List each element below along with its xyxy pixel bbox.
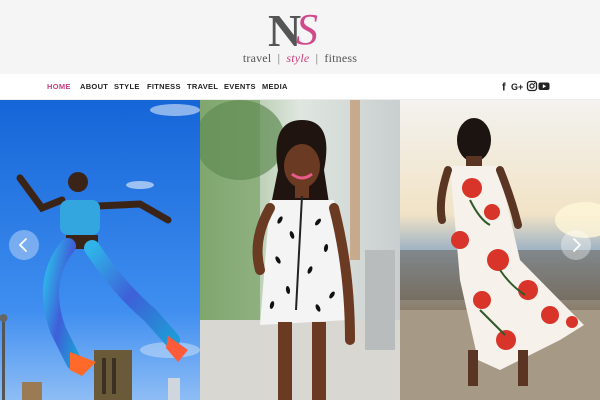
google-plus-glyph: G+ (511, 82, 523, 92)
chevron-left-icon (18, 238, 27, 252)
tagline-style: style (286, 51, 310, 65)
chevron-right-icon (573, 238, 582, 252)
site-tagline: travel | style | fitness (242, 51, 358, 65)
facebook-icon[interactable]: f (499, 80, 511, 93)
google-plus-icon[interactable]: G+ (511, 80, 525, 92)
nav-about[interactable]: ABOUT (80, 82, 108, 91)
site-logo[interactable]: N S travel | style | fitness (0, 0, 600, 74)
nav-style[interactable]: STYLE (114, 82, 140, 91)
tagline-fitness: fitness (324, 51, 358, 65)
nav-fitness[interactable]: FITNESS (147, 82, 181, 91)
youtube-icon[interactable] (538, 80, 550, 92)
main-nav: HOME ABOUT STYLE FITNESS TRAVEL EVENTS M… (0, 74, 600, 100)
nav-home[interactable]: HOME (47, 82, 71, 91)
tagline-travel: travel (242, 51, 272, 65)
ns-logo-mark: N S (268, 5, 318, 52)
featured-gallery (0, 100, 600, 400)
svg-text:S: S (296, 5, 318, 52)
facebook-glyph: f (502, 82, 506, 93)
white-print-dress-photo[interactable] (200, 100, 400, 400)
nav-travel[interactable]: TRAVEL (187, 82, 218, 91)
instagram-icon[interactable] (526, 80, 538, 92)
next-slide-button[interactable] (561, 230, 591, 260)
prev-slide-button[interactable] (9, 230, 39, 260)
nav-events[interactable]: EVENTS (224, 82, 256, 91)
nav-media[interactable]: MEDIA (262, 82, 288, 91)
site-header: N S travel | style | fitness (0, 0, 600, 74)
